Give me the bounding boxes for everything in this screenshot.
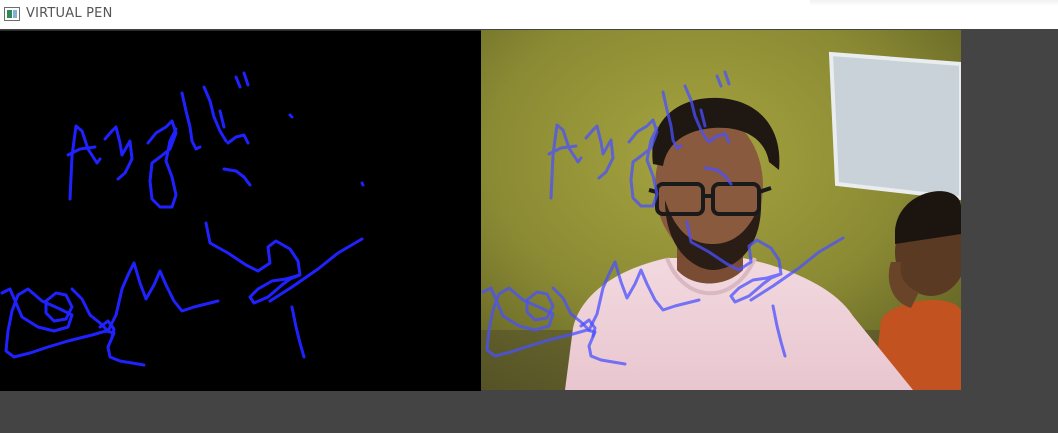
canvas-strokes [0, 71, 365, 367]
webcam-scene [481, 30, 961, 390]
stroke-dot1 [288, 113, 294, 119]
app-icon [4, 7, 20, 21]
stroke-dot2 [360, 181, 365, 187]
window-title: VIRTUAL PEN [26, 6, 113, 21]
stroke-quote [234, 71, 250, 89]
stroke-y [103, 125, 134, 181]
stroke-dash [222, 167, 252, 187]
drawing-canvas[interactable] [0, 30, 481, 391]
stroke-i [202, 85, 228, 143]
titlebar-edge [810, 0, 1058, 6]
stroke-a [66, 124, 102, 201]
stroke-wave [70, 261, 220, 333]
stroke-diagonal [268, 237, 364, 303]
stroke-vertical [290, 305, 306, 359]
stroke-scribble [0, 287, 146, 367]
stroke-l [180, 91, 202, 151]
whiteboard [828, 51, 961, 201]
stroke-check [226, 133, 250, 145]
title-bar[interactable]: VIRTUAL PEN [0, 0, 1058, 29]
stroke-g [146, 119, 178, 209]
webcam-feed[interactable] [481, 30, 961, 390]
